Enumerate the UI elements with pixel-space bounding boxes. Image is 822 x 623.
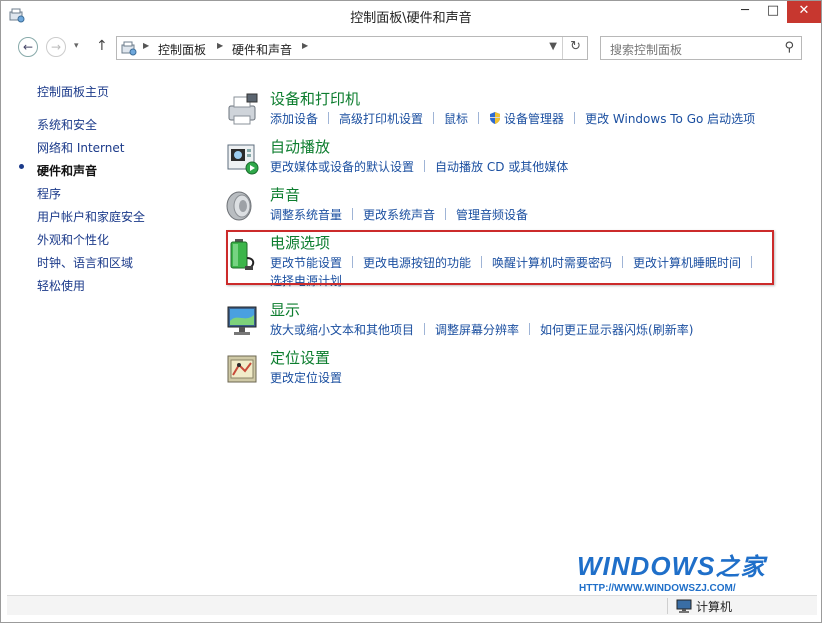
search-placeholder: 搜索控制面板 xyxy=(610,43,683,57)
category-links: 更改定位设置 xyxy=(270,369,790,387)
category-sound: 声音 调整系统音量 更改系统声音 管理音频设备 xyxy=(225,184,805,224)
link-separator xyxy=(574,112,576,124)
uac-shield-icon xyxy=(490,112,501,124)
link-zoom-text[interactable]: 放大或缩小文本和其他项目 xyxy=(270,323,414,337)
sidebar-item-label: 硬件和声音 xyxy=(37,164,98,178)
link-separator xyxy=(529,323,531,335)
sidebar-item-clock-region[interactable]: 时钟、语言和区域 xyxy=(37,254,133,271)
category-title[interactable]: 定位设置 xyxy=(270,347,330,368)
link-change-location-settings[interactable]: 更改定位设置 xyxy=(270,371,342,385)
computer-icon xyxy=(676,599,692,613)
control-panel-icon xyxy=(121,41,137,56)
category-links: 放大或缩小文本和其他项目 调整屏幕分辨率 如何更正显示器闪烁(刷新率) xyxy=(270,321,790,339)
sidebar-item-network-internet[interactable]: 网络和 Internet xyxy=(37,139,124,156)
breadcrumb-chevron-icon[interactable]: ▶ xyxy=(143,41,149,50)
category-devices-printers: 设备和打印机 添加设备 高级打印机设置 鼠标 设备管理器 更改 Windows To G… xyxy=(225,88,805,128)
status-computer-label: 计算机 xyxy=(696,600,733,614)
link-change-system-sounds[interactable]: 更改系统声音 xyxy=(363,208,435,222)
sidebar-item-appearance[interactable]: 外观和个性化 xyxy=(37,231,109,248)
link-separator xyxy=(424,160,426,172)
category-autoplay: 自动播放 更改媒体或设备的默认设置 自动播放 CD 或其他媒体 xyxy=(225,136,805,176)
link-separator xyxy=(328,112,330,124)
refresh-icon[interactable]: ↻ xyxy=(570,39,581,54)
window-title: 控制面板\硬件和声音 xyxy=(350,11,472,26)
link-fix-flicker[interactable]: 如何更正显示器闪烁(刷新率) xyxy=(540,323,693,337)
category-title[interactable]: 显示 xyxy=(270,299,300,320)
link-separator xyxy=(352,208,354,220)
link-change-media-defaults[interactable]: 更改媒体或设备的默认设置 xyxy=(270,160,414,174)
category-title[interactable]: 自动播放 xyxy=(270,136,330,157)
back-arrow-icon[interactable]: ← xyxy=(18,37,38,57)
watermark-logo-main: WIND xyxy=(577,551,651,581)
link-separator xyxy=(424,323,426,335)
sidebar-item-ease-of-access[interactable]: 轻松使用 xyxy=(37,277,85,294)
link-adjust-volume[interactable]: 调整系统音量 xyxy=(270,208,342,222)
category-links: 更改媒体或设备的默认设置 自动播放 CD 或其他媒体 xyxy=(270,158,790,176)
link-advanced-printer-setup[interactable]: 高级打印机设置 xyxy=(339,112,423,126)
category-location-settings: 定位设置 更改定位设置 xyxy=(225,347,805,387)
status-bar: 计算机 xyxy=(7,595,817,615)
sidebar-item-user-accounts[interactable]: 用户帐户和家庭安全 xyxy=(37,208,145,225)
sidebar-item-hardware-sound: 硬件和声音 xyxy=(19,162,98,179)
category-links: 添加设备 高级打印机设置 鼠标 设备管理器 更改 Windows To Go 启动选项 xyxy=(270,110,790,128)
sidebar-item-programs[interactable]: 程序 xyxy=(37,185,61,202)
link-separator xyxy=(478,112,480,124)
breadcrumb-control-panel[interactable]: 控制面板 xyxy=(158,41,206,58)
address-dropdown-icon[interactable]: ▼ xyxy=(549,41,557,52)
watermark-logo-suffix: 之家 xyxy=(715,554,766,581)
watermark-logo-o: O xyxy=(650,551,672,581)
link-separator xyxy=(445,208,447,220)
forward-arrow-icon[interactable]: → xyxy=(46,37,66,57)
sidebar-item-system-security[interactable]: 系统和安全 xyxy=(37,116,97,133)
category-title[interactable]: 声音 xyxy=(270,184,300,205)
windowszj-watermark: WINDOWS之家 HTTP://WWW.WINDOWSZJ.COM/ xyxy=(577,547,777,601)
printer-icon xyxy=(228,93,258,125)
watermark-url: HTTP://WWW.WINDOWSZJ.COM/ xyxy=(579,583,736,594)
category-links: 调整系统音量 更改系统声音 管理音频设备 xyxy=(270,206,790,224)
location-icon xyxy=(227,355,257,383)
watermark-logo-rest: WS xyxy=(671,551,716,581)
link-add-device[interactable]: 添加设备 xyxy=(270,112,318,126)
highlight-box xyxy=(226,230,774,285)
search-input[interactable]: 搜索控制面板 ⚲ xyxy=(600,36,802,60)
navigation-bar: ← → ▾ ↑ ▶ 控制面板 ▶ 硬件和声音 ▶ ▼ ↻ 搜索控制面板 ⚲ xyxy=(1,35,821,61)
link-manage-audio-devices[interactable]: 管理音频设备 xyxy=(456,208,528,222)
link-device-manager[interactable]: 设备管理器 xyxy=(504,112,564,126)
breadcrumb-chevron-icon[interactable]: ▶ xyxy=(217,41,223,50)
title-bar[interactable]: 控制面板\硬件和声音 ─ □ ✕ xyxy=(1,1,821,31)
minimize-button[interactable]: ─ xyxy=(731,1,759,23)
breadcrumb-chevron-icon[interactable]: ▶ xyxy=(302,41,308,50)
breadcrumb-hardware-sound[interactable]: 硬件和声音 xyxy=(232,41,292,58)
link-windows-to-go[interactable]: 更改 Windows To Go 启动选项 xyxy=(585,112,755,126)
autoplay-icon xyxy=(227,144,259,175)
link-autoplay-cd[interactable]: 自动播放 CD 或其他媒体 xyxy=(435,160,568,174)
search-icon[interactable]: ⚲ xyxy=(784,40,794,55)
category-display: 显示 放大或缩小文本和其他项目 调整屏幕分辨率 如何更正显示器闪烁(刷新率) xyxy=(225,299,805,339)
recent-locations-chevron-icon[interactable]: ▾ xyxy=(74,41,79,51)
status-separator xyxy=(667,598,668,614)
current-bullet-icon xyxy=(19,164,24,169)
up-arrow-icon[interactable]: ↑ xyxy=(96,38,108,54)
link-mouse[interactable]: 鼠标 xyxy=(444,112,468,126)
control-panel-window: 控制面板\硬件和声音 ─ □ ✕ ← → ▾ ↑ ▶ 控制面板 ▶ 硬件和声音 … xyxy=(0,0,822,623)
category-title[interactable]: 设备和打印机 xyxy=(270,88,360,109)
maximize-button[interactable]: □ xyxy=(759,1,787,23)
watermark-logo: WINDOWS之家 xyxy=(577,547,765,582)
close-button[interactable]: ✕ xyxy=(787,1,821,23)
display-icon xyxy=(227,306,257,335)
address-divider xyxy=(562,37,563,59)
sidebar-item-home[interactable]: 控制面板主页 xyxy=(37,83,109,100)
address-bar[interactable]: ▶ 控制面板 ▶ 硬件和声音 ▶ ▼ ↻ xyxy=(116,36,588,60)
link-separator xyxy=(433,112,435,124)
speaker-icon xyxy=(226,191,252,221)
link-adjust-resolution[interactable]: 调整屏幕分辨率 xyxy=(435,323,519,337)
